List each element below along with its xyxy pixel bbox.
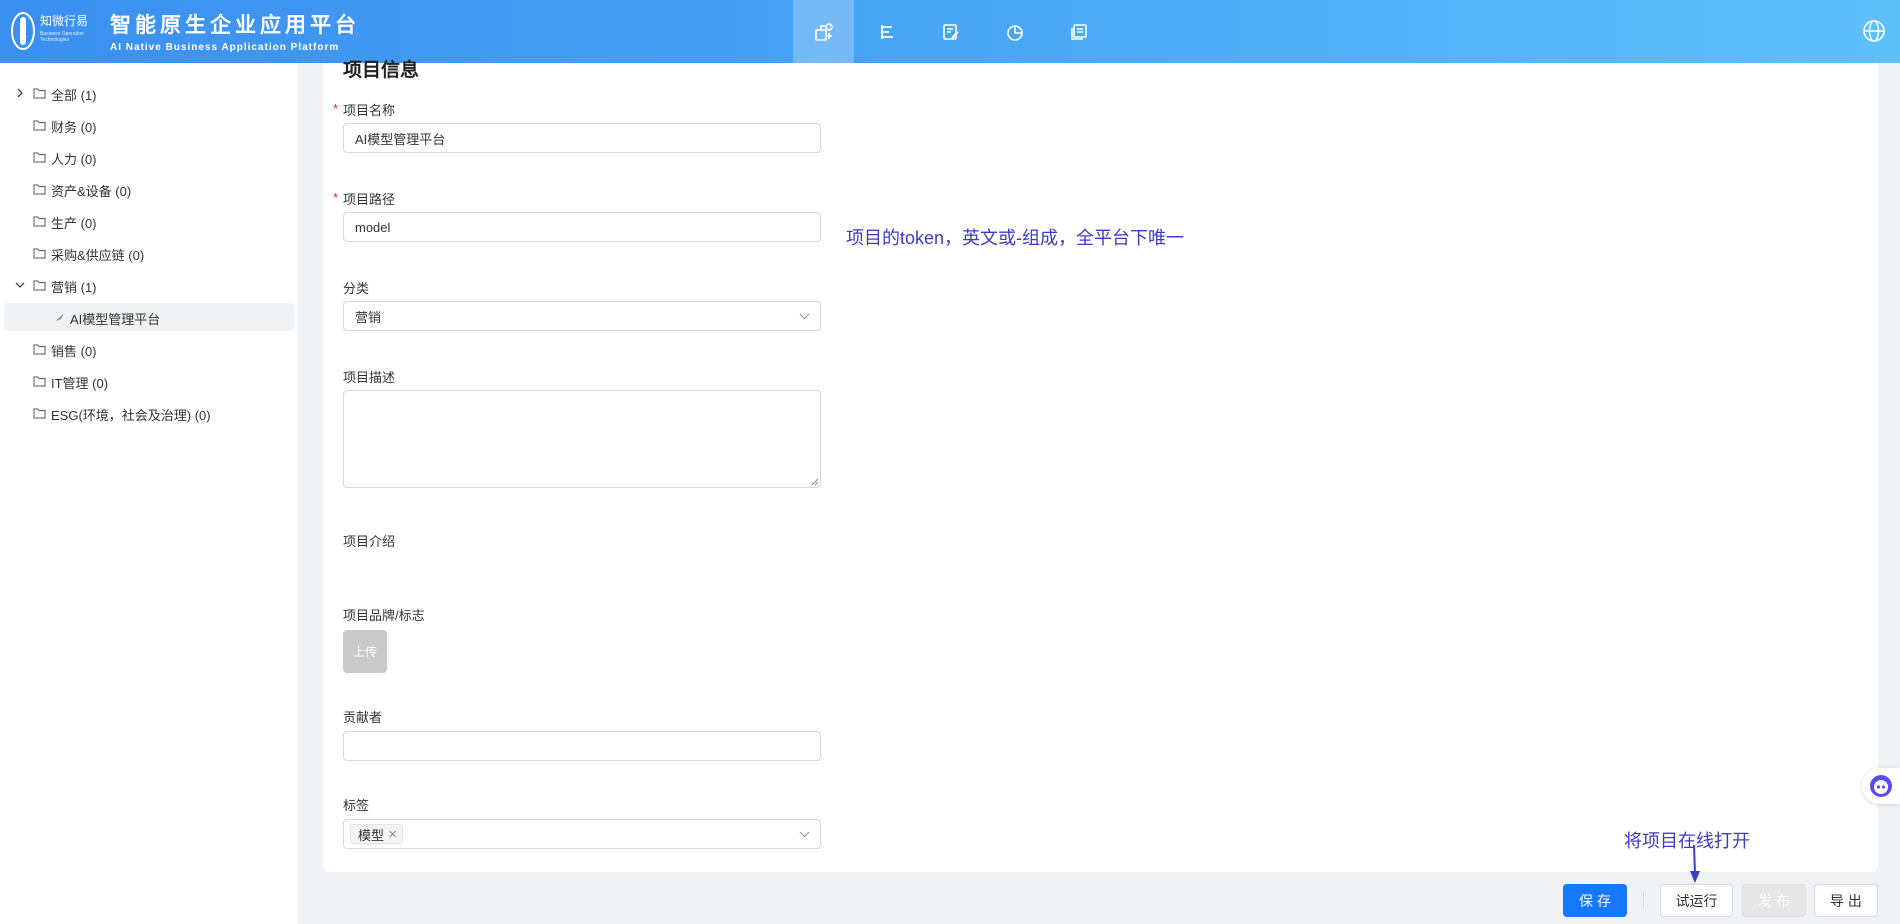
nav-gallery[interactable] [1048, 0, 1109, 63]
publish-button[interactable]: 发 布 [1742, 884, 1806, 917]
chevron-down-icon[interactable] [14, 279, 26, 291]
folder-icon [33, 88, 46, 99]
path-label-text: 项目路径 [343, 192, 396, 207]
project-path-value: model [355, 219, 391, 235]
category-label: 分类 [343, 281, 370, 296]
project-info-form: 项目信息 * 项目名称 AI模型管理平台 * 项目路径 model 分类 营销 … [323, 60, 1878, 872]
pie-chart-icon [1006, 24, 1023, 41]
chevron-down-icon [799, 313, 810, 320]
project-name-input[interactable]: AI模型管理平台 [343, 123, 821, 153]
tree-item-label: AI模型管理平台 [70, 312, 161, 327]
tree-item-label: 营销 (1) [51, 280, 97, 295]
language-globe-icon[interactable] [1862, 19, 1886, 43]
logo-en: Business Operation Technologies [40, 31, 84, 43]
folder-icon [33, 408, 46, 419]
tree-item-hr[interactable]: 人力 (0) [4, 143, 294, 171]
project-leaf-icon [56, 313, 64, 321]
nav-edit[interactable] [920, 0, 981, 63]
name-label: * 项目名称 [333, 100, 396, 119]
path-hint-annotation: 项目的token，英文或-组成，全平台下唯一 [846, 228, 1185, 248]
tree-structure-icon [880, 24, 893, 39]
category-value: 营销 [355, 309, 382, 325]
ai-assistant-button[interactable] [1862, 768, 1900, 804]
category-select[interactable]: 营销 [343, 301, 821, 331]
tags-label: 标签 [343, 798, 370, 813]
tag-chip: 模型 ✕ [350, 824, 404, 844]
folder-icon [33, 184, 46, 195]
chevron-down-icon [799, 831, 810, 838]
required-mark: * [333, 101, 339, 116]
section-title: 项目信息 [343, 60, 420, 81]
intro-label: 项目介绍 [343, 534, 396, 549]
nav-analytics[interactable] [984, 0, 1045, 63]
tree-item-label: IT管理 (0) [51, 376, 109, 391]
platform-title: 智能原生企业应用平台 [110, 14, 360, 37]
folder-icon [33, 152, 46, 163]
tree-item-it[interactable]: IT管理 (0) [4, 367, 294, 395]
company-logo-text: 知微行易 Business Operation Technologies [40, 12, 88, 43]
folder-icon [33, 344, 46, 355]
folder-icon [33, 376, 46, 387]
tree-item-label: 全部 (1) [51, 88, 97, 103]
gallery-icon [1070, 23, 1087, 40]
export-button[interactable]: 导 出 [1814, 884, 1878, 917]
category-tree: 全部 (1) 财务 (0) 人力 (0) 资产&设备 (0) 生产 (0) 采购… [0, 63, 298, 924]
run-hint-annotation: 将项目在线打开 [1624, 831, 1750, 851]
trial-run-button[interactable]: 试运行 [1660, 884, 1733, 917]
tree-item-label: 资产&设备 (0) [51, 184, 132, 199]
folder-icon [33, 216, 46, 227]
tree-item-label: 采购&供应链 (0) [51, 248, 145, 263]
tree-item-marketing[interactable]: 营销 (1) [4, 271, 294, 299]
tree-item-sales[interactable]: 销售 (0) [4, 335, 294, 363]
company-logo-icon [11, 12, 35, 50]
tree-item-all[interactable]: 全部 (1) [4, 79, 294, 107]
logo-zh: 知微行易 [40, 14, 89, 28]
tree-item-esg[interactable]: ESG(环境，社会及治理) (0) [4, 399, 294, 427]
project-name-value: AI模型管理平台 [355, 131, 446, 147]
tree-item-production[interactable]: 生产 (0) [4, 207, 294, 235]
project-description-textarea[interactable] [343, 390, 821, 488]
contributors-label: 贡献者 [343, 710, 383, 725]
resize-grip-icon[interactable] [811, 478, 819, 486]
top-header: 知微行易 Business Operation Technologies 智能原… [0, 0, 1900, 63]
folder-icon [33, 280, 46, 291]
required-mark: * [333, 190, 339, 205]
nav-structure[interactable] [857, 0, 918, 63]
close-icon[interactable]: ✕ [388, 828, 397, 841]
platform-subtitle: AI Native Business Application Platform [110, 42, 340, 53]
tree-item-procurement[interactable]: 采购&供应链 (0) [4, 239, 294, 267]
chevron-right-icon[interactable] [14, 87, 26, 99]
save-button[interactable]: 保 存 [1563, 884, 1627, 917]
platform-brand: 智能原生企业应用平台 AI Native Business Applicatio… [110, 9, 360, 53]
annotation-arrow-icon [1690, 845, 1700, 883]
edit-doc-icon [942, 23, 959, 40]
name-label-text: 项目名称 [343, 103, 396, 118]
upload-logo-button[interactable]: 上传 [343, 630, 387, 673]
path-label: * 项目路径 [333, 189, 396, 208]
folder-icon [33, 248, 46, 259]
tree-item-label: 人力 (0) [51, 152, 97, 167]
contributors-input[interactable] [343, 731, 821, 761]
nav-app-design[interactable] [793, 0, 854, 63]
tree-item-label: 生产 (0) [51, 216, 97, 231]
desc-label: 项目描述 [343, 370, 396, 385]
tag-chip-label: 模型 [358, 827, 385, 843]
brand-label: 项目品牌/标志 [343, 608, 425, 623]
tree-item-assets[interactable]: 资产&设备 (0) [4, 175, 294, 203]
app-design-icon [814, 22, 833, 41]
tree-item-label: 财务 (0) [51, 120, 97, 135]
button-divider [1643, 892, 1644, 910]
tree-item-label: 销售 (0) [51, 344, 97, 359]
tree-item-label: ESG(环境，社会及治理) (0) [51, 408, 211, 423]
folder-icon [33, 120, 46, 131]
robot-assistant-icon [1870, 775, 1892, 797]
tags-select[interactable]: 模型 ✕ [343, 819, 821, 849]
project-path-input[interactable]: model [343, 212, 821, 242]
tree-item-finance[interactable]: 财务 (0) [4, 111, 294, 139]
tree-item-ai-model-platform[interactable]: AI模型管理平台 [4, 303, 294, 331]
